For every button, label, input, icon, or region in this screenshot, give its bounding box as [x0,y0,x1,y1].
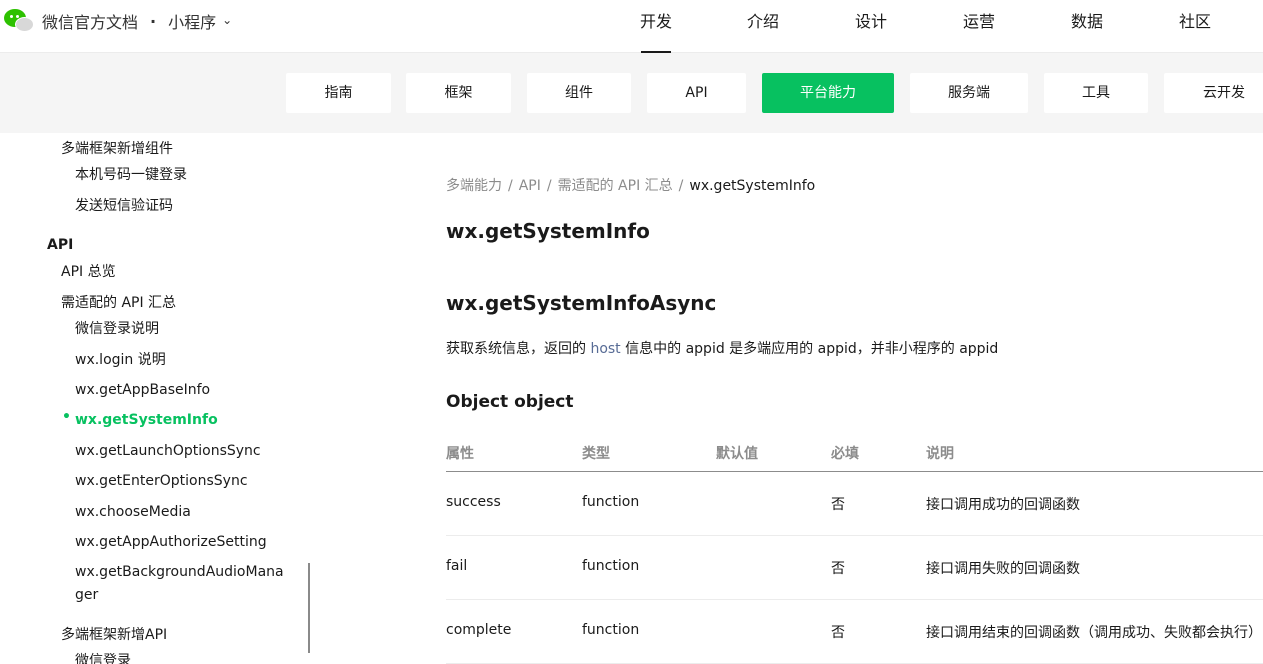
nav-item-operations[interactable]: 运营 [949,0,1009,53]
param-heading: Object object [446,392,574,412]
tab-api[interactable]: API [647,73,746,113]
cell-property: complete [446,622,512,638]
description-text: 信息中的 appid 是多端应用的 appid，并非小程序的 appid [620,341,999,357]
cell-type: function [582,622,640,638]
brand-separator: · [150,11,157,31]
sidebar-item[interactable]: wx.getBackgroundAudioMana [75,561,284,583]
chevron-down-icon[interactable]: ⌄ [222,13,232,27]
sidebar-item[interactable]: API 总览 [61,261,116,283]
tab-guide[interactable]: 指南 [286,73,391,113]
cell-description: 接口调用失败的回调函数 [926,561,1080,577]
tab-tools[interactable]: 工具 [1044,73,1148,113]
cell-property: success [446,494,501,510]
section-title: wx.getSystemInfoAsync [446,291,717,315]
breadcrumb-item[interactable]: 需适配的 API 汇总 [558,178,673,194]
nav-item-develop[interactable]: 开发 [626,0,686,53]
product-switcher[interactable]: 小程序 [168,9,216,33]
sub-nav: 指南 框架 组件 API 平台能力 服务端 工具 云开发 [0,53,1263,133]
cell-required: 否 [831,625,845,641]
nav-item-data[interactable]: 数据 [1057,0,1117,53]
sidebar-item[interactable]: 需适配的 API 汇总 [61,292,176,314]
sidebar-item[interactable]: 发送短信验证码 [75,195,173,217]
description-text: 获取系统信息，返回的 [446,341,591,357]
sidebar-item[interactable]: 多端框架新增组件 [61,138,173,160]
sidebar-item[interactable]: 本机号码一键登录 [75,164,187,186]
breadcrumb-current: wx.getSystemInfo [689,178,816,194]
table-row: complete function 否 接口调用结束的回调函数（调用成功、失败都… [446,600,1263,664]
breadcrumb-item[interactable]: 多端能力 [446,178,502,194]
breadcrumb-separator: / [546,178,552,194]
column-header-default: 默认值 [716,446,758,462]
sidebar-item[interactable]: 微信登录说明 [75,318,159,340]
cell-required: 否 [831,497,845,513]
table-row: fail function 否 接口调用失败的回调函数 [446,536,1263,600]
breadcrumb-item[interactable]: API [519,178,541,194]
sidebar-item-continued[interactable]: ger [75,584,98,606]
table-header: 属性 类型 默认值 必填 说明 [446,433,1263,472]
sidebar-item[interactable]: wx.getAppBaseInfo [75,379,210,401]
tab-platform-capabilities[interactable]: 平台能力 [762,73,894,113]
nav-item-intro[interactable]: 介绍 [733,0,793,53]
cell-required: 否 [831,561,845,577]
breadcrumb-separator: / [678,178,684,194]
table-row: success function 否 接口调用成功的回调函数 [446,472,1263,536]
cell-type: function [582,494,640,510]
brand-title[interactable]: 微信官方文档 [42,9,138,33]
sidebar-item[interactable]: 微信登录 [75,650,131,664]
nav-item-community[interactable]: 社区 [1165,0,1225,53]
top-header: 微信官方文档 · 小程序 ⌄ 开发 介绍 设计 运营 数据 社区 [0,0,1263,53]
cell-type: function [582,558,640,574]
host-link[interactable]: host [590,341,620,357]
sidebar-section-api[interactable]: API [47,234,73,256]
sidebar-item[interactable]: wx.login 说明 [75,349,166,371]
tab-server[interactable]: 服务端 [910,73,1028,113]
column-header-type: 类型 [582,446,610,462]
nav-item-design[interactable]: 设计 [841,0,901,53]
sidebar-scrollbar[interactable] [308,563,310,653]
main-content: 多端能力 / API / 需适配的 API 汇总 / wx.getSystemInfo wx… [312,133,1263,664]
tab-cloud[interactable]: 云开发 [1164,73,1263,113]
description: 获取系统信息，返回的 host 信息中的 appid 是多端应用的 appid，… [446,338,998,358]
params-table: 属性 类型 默认值 必填 说明 success function 否 接口调用成… [446,433,1263,664]
cell-description: 接口调用成功的回调函数 [926,497,1080,513]
sidebar-item[interactable]: wx.getAppAuthorizeSetting [75,531,267,553]
breadcrumb: 多端能力 / API / 需适配的 API 汇总 / wx.getSystemInfo [446,175,815,195]
sidebar-item[interactable]: 多端框架新增API [61,624,167,646]
column-header-property: 属性 [446,446,474,462]
tab-components[interactable]: 组件 [527,73,631,113]
tab-framework[interactable]: 框架 [406,73,511,113]
sidebar-item-active[interactable]: wx.getSystemInfo [75,409,218,431]
brand[interactable]: 微信官方文档 · 小程序 ⌄ [4,8,232,34]
wechat-logo-icon [4,8,36,34]
cell-description: 接口调用结束的回调函数（调用成功、失败都会执行） [926,625,1262,641]
sidebar-item[interactable]: wx.getLaunchOptionsSync [75,440,261,462]
breadcrumb-separator: / [508,178,513,194]
active-bullet-icon: • [62,409,71,425]
sidebar-item[interactable]: wx.getEnterOptionsSync [75,470,248,492]
page-title: wx.getSystemInfo [446,219,650,243]
column-header-description: 说明 [926,446,954,462]
column-header-required: 必填 [831,446,859,462]
sidebar: 多端框架新增组件 本机号码一键登录 发送短信验证码 API API 总览 需适配… [0,133,312,664]
cell-property: fail [446,558,468,574]
sidebar-item[interactable]: wx.chooseMedia [75,501,191,523]
